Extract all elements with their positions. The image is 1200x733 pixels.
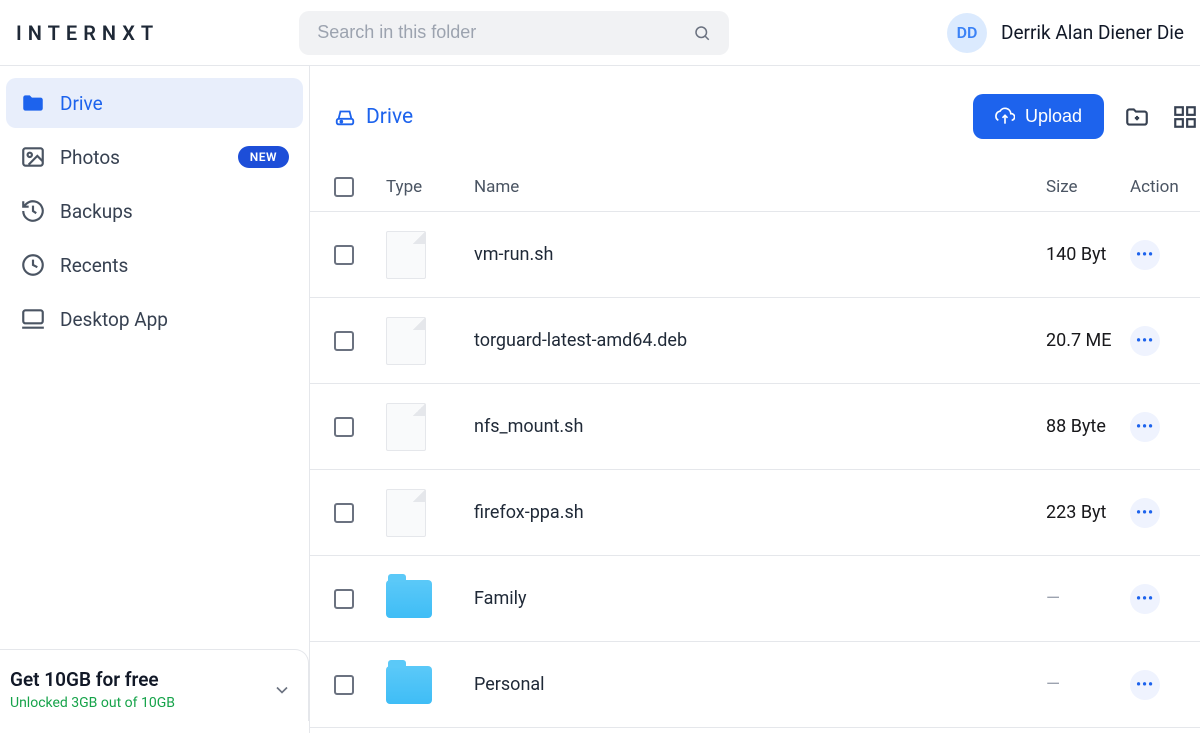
search-bar[interactable] [299, 11, 729, 55]
chevron-down-icon [272, 680, 292, 700]
row-size: 20.7 ME [1046, 330, 1112, 351]
username: Derrik Alan Diener Die [1001, 21, 1184, 44]
col-header-action: Action [1130, 177, 1200, 197]
storage-title: Get 10GB for free [10, 668, 175, 691]
row-name: nfs_mount.sh [474, 416, 1046, 437]
header: INTERNXT DD Derrik Alan Diener Die [0, 0, 1200, 66]
sidebar-item-label: Backups [60, 200, 133, 223]
row-checkbox[interactable] [334, 245, 354, 265]
folder-icon [20, 90, 46, 116]
table-row[interactable]: firefox-ppa.sh223 Byt ••• [310, 470, 1200, 556]
file-icon [386, 317, 426, 365]
table-row[interactable]: nfs_mount.sh88 Byte ••• [310, 384, 1200, 470]
col-header-name[interactable]: Name [474, 177, 1046, 197]
row-checkbox[interactable] [334, 331, 354, 351]
row-size: 88 Byte [1046, 416, 1106, 437]
row-actions-button[interactable]: ••• [1130, 326, 1160, 356]
sidebar-item-drive[interactable]: Drive [6, 78, 303, 128]
row-name: Personal [474, 674, 1046, 695]
row-size: 223 Byt [1046, 502, 1106, 523]
clock-icon [20, 252, 46, 278]
col-header-type[interactable]: Type [386, 177, 474, 197]
row-name: vm-run.sh [474, 244, 1046, 265]
table-row[interactable]: Family— ••• [310, 556, 1200, 642]
sidebar-item-recents[interactable]: Recents [6, 240, 303, 290]
desktop-icon [20, 306, 46, 332]
table-row[interactable]: Personal— ••• [310, 642, 1200, 728]
logo: INTERNXT [16, 21, 159, 45]
table-header: Type Name Size Action [310, 163, 1200, 212]
row-actions-button[interactable]: ••• [1130, 584, 1160, 614]
search-input[interactable] [317, 22, 693, 43]
storage-subtitle: Unlocked 3GB out of 10GB [10, 695, 175, 711]
row-size: — [1046, 588, 1060, 609]
row-name: Family [474, 588, 1046, 609]
badge: NEW [238, 146, 289, 168]
upload-label: Upload [1025, 106, 1082, 127]
select-all-checkbox[interactable] [334, 177, 354, 197]
drive-icon [334, 106, 356, 128]
breadcrumb[interactable]: Drive [334, 105, 413, 129]
file-icon [386, 403, 426, 451]
sidebar-item-desktop-app[interactable]: Desktop App [6, 294, 303, 344]
grid-view-button[interactable] [1170, 102, 1200, 132]
grid-icon [1172, 104, 1198, 130]
folder-icon [386, 580, 432, 618]
file-icon [386, 489, 426, 537]
sidebar-nav: Drive Photos NEW Backups Recents Desktop App [6, 78, 303, 344]
folder-plus-icon [1124, 104, 1150, 130]
table-row[interactable]: torguard-latest-amd64.deb20.7 ME ••• [310, 298, 1200, 384]
row-actions-button[interactable]: ••• [1130, 240, 1160, 270]
sidebar-item-label: Drive [60, 92, 103, 115]
row-checkbox[interactable] [334, 417, 354, 437]
sidebar-item-label: Photos [60, 146, 120, 169]
table-row[interactable]: vm-run.sh140 Byt ••• [310, 212, 1200, 298]
avatar[interactable]: DD [947, 13, 987, 53]
toolbar: Drive Upload [310, 66, 1200, 163]
sidebar-item-photos[interactable]: Photos NEW [6, 132, 303, 182]
row-actions-button[interactable]: ••• [1130, 412, 1160, 442]
row-name: torguard-latest-amd64.deb [474, 330, 1046, 351]
row-checkbox[interactable] [334, 589, 354, 609]
row-name: firefox-ppa.sh [474, 502, 1046, 523]
breadcrumb-label: Drive [366, 105, 413, 129]
row-checkbox[interactable] [334, 503, 354, 523]
row-actions-button[interactable]: ••• [1130, 498, 1160, 528]
row-size: — [1046, 674, 1060, 695]
upload-button[interactable]: Upload [973, 94, 1104, 139]
sidebar-item-label: Recents [60, 254, 128, 277]
new-folder-button[interactable] [1122, 102, 1152, 132]
folder-icon [386, 666, 432, 704]
sidebar: DrivePhotosNEWBackupsRecentsDesktop App … [0, 66, 310, 733]
file-icon [386, 231, 426, 279]
row-size: 140 Byt [1046, 244, 1106, 265]
row-actions-button[interactable]: ••• [1130, 670, 1160, 700]
sidebar-item-label: Desktop App [60, 308, 168, 331]
upload-icon [995, 107, 1015, 127]
search-icon [693, 24, 711, 42]
storage-card[interactable]: Get 10GB for free Unlocked 3GB out of 10… [0, 649, 309, 721]
photo-icon [20, 144, 46, 170]
row-checkbox[interactable] [334, 675, 354, 695]
main: Drive Upload Type [310, 66, 1200, 733]
file-rows: vm-run.sh140 Byt•••torguard-latest-amd64… [310, 212, 1200, 728]
sidebar-item-backups[interactable]: Backups [6, 186, 303, 236]
col-header-size[interactable]: Size [1046, 177, 1130, 197]
history-icon [20, 198, 46, 224]
